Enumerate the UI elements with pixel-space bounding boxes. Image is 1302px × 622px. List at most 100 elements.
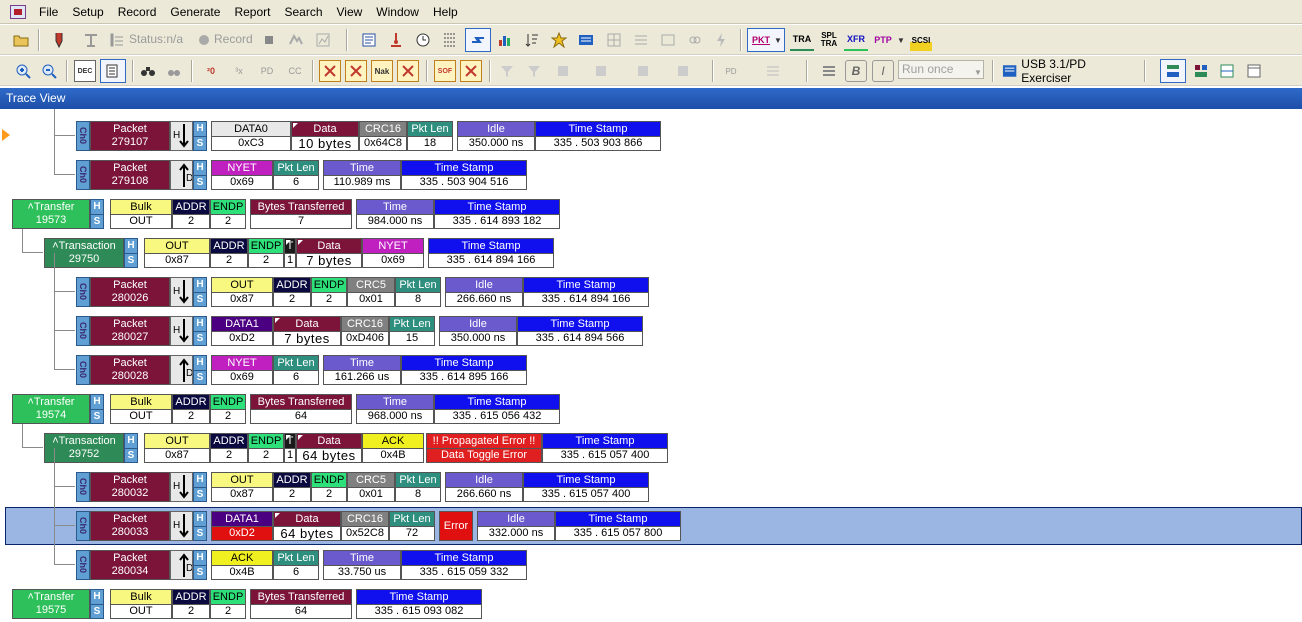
- bytes-transferred-value: 64: [251, 409, 351, 423]
- decimal-format-button[interactable]: DEC: [74, 60, 96, 82]
- packet-label[interactable]: Packet 280027: [90, 316, 170, 346]
- bulk-value: OUT: [111, 604, 171, 618]
- filter-out-icon: [523, 60, 545, 82]
- transfer-label[interactable]: ˄Transfer 19575: [12, 589, 90, 619]
- ptp-view-button[interactable]: PTP: [871, 29, 895, 51]
- chart-icon[interactable]: [494, 29, 516, 51]
- endp-field: ENDP 2: [210, 394, 246, 424]
- chevron-down-icon[interactable]: ▼: [772, 29, 784, 51]
- layout-single-icon[interactable]: [1243, 60, 1265, 82]
- ack-header: ACK: [212, 551, 272, 566]
- expand-icon: [630, 29, 652, 51]
- menu-file[interactable]: File: [32, 1, 65, 23]
- nyet-field: NYET 0x69: [362, 238, 424, 268]
- transfer-label[interactable]: ˄Transfer 19574: [12, 394, 90, 424]
- hierarchy-icon[interactable]: [102, 60, 124, 82]
- addr-value: 2: [173, 409, 209, 423]
- out-header: OUT: [212, 473, 272, 488]
- packet-label[interactable]: Packet 280028: [90, 355, 170, 385]
- hide-idle-icon[interactable]: [397, 60, 419, 82]
- data-header: Data: [297, 434, 361, 449]
- chevron-down-icon[interactable]: ▼: [972, 61, 984, 83]
- menu-setup[interactable]: Setup: [65, 1, 110, 23]
- bulk-header: Bulk: [111, 395, 171, 410]
- packet-label[interactable]: Packet 280033: [90, 511, 170, 541]
- separator: [489, 60, 491, 82]
- transfer-number: 19575: [35, 604, 67, 617]
- svg-text:D: D: [186, 173, 192, 184]
- view-icon[interactable]: [358, 29, 380, 51]
- pkt-len-value: 6: [274, 565, 318, 579]
- layout-grid-icon[interactable]: [1190, 60, 1212, 82]
- packet-label[interactable]: Packet 279107: [90, 121, 170, 151]
- transaction-type-label: ˄Transaction: [52, 240, 116, 252]
- binoculars-icon[interactable]: [137, 60, 159, 82]
- status-icon: [106, 29, 128, 51]
- crc5-header: CRC5: [348, 278, 394, 293]
- time-stamp-value: 335 . 615 057 400: [543, 448, 667, 462]
- time-field: Time 33.750 us: [323, 550, 401, 580]
- crc16-value: 0xD406: [342, 331, 388, 345]
- menu-bar: File Setup Record Generate Report Search…: [0, 0, 1302, 24]
- transfer-label[interactable]: ˄Transfer 19573: [12, 199, 90, 229]
- endp-header: ENDP: [312, 473, 346, 488]
- decode-icon[interactable]: [575, 29, 597, 51]
- packet-label[interactable]: Packet 280034: [90, 550, 170, 580]
- zoom-in-icon[interactable]: [12, 60, 34, 82]
- scsi-view-button[interactable]: SCSI: [910, 29, 932, 51]
- trace-view[interactable]: Ch0 Packet 279107 H H S DATA0 0xC3 Data 10 bytes C…: [0, 109, 1302, 622]
- tra-view-button[interactable]: TRA: [790, 29, 814, 51]
- hide-nak-icon[interactable]: Nak: [371, 60, 393, 82]
- layout-split-icon[interactable]: [1216, 60, 1238, 82]
- hex-format-icon[interactable]: ²0: [200, 60, 222, 82]
- data-field: Data 10 bytes: [291, 121, 359, 151]
- host-speed-indicator: HS: [193, 121, 207, 151]
- open-icon[interactable]: [10, 29, 32, 51]
- separator: [992, 60, 994, 82]
- menu-view[interactable]: View: [330, 1, 370, 23]
- crc5-field: CRC5 0x01: [347, 472, 395, 502]
- menu-window[interactable]: Window: [369, 1, 426, 23]
- bus-utilization-icon[interactable]: [439, 29, 461, 51]
- hide-chirp-icon[interactable]: [460, 60, 482, 82]
- menu-generate[interactable]: Generate: [163, 1, 227, 23]
- data0-field: DATA0 0xC3: [211, 121, 291, 151]
- svg-text:H: H: [173, 520, 180, 531]
- pkt-len-value: 8: [396, 487, 440, 501]
- data1-header: DATA1: [212, 317, 272, 332]
- timing-icon[interactable]: [412, 29, 434, 51]
- split-transaction-view-button[interactable]: SPL TRA: [817, 29, 841, 51]
- pkt-len-value: 72: [390, 526, 434, 540]
- xfr-view-button[interactable]: XFR: [844, 29, 868, 51]
- time-stamp-header: Time Stamp: [524, 278, 648, 293]
- menu-record[interactable]: Record: [111, 1, 164, 23]
- data-field: Data 7 bytes: [273, 316, 341, 346]
- marker-icon[interactable]: [385, 29, 407, 51]
- addr-field: ADDR 2: [273, 472, 311, 502]
- zoom-out-icon[interactable]: [38, 60, 60, 82]
- bookmark-icon[interactable]: [548, 29, 570, 51]
- packet-label[interactable]: Packet 280026: [90, 277, 170, 307]
- exerciser-button[interactable]: USB 3.1/PD Exerciser: [1002, 57, 1134, 85]
- layout-icon[interactable]: [1162, 60, 1184, 82]
- packet-label[interactable]: Packet 279108: [90, 160, 170, 190]
- data-value: 10 bytes: [292, 136, 358, 150]
- packet-view-icon[interactable]: [467, 29, 489, 51]
- time-stamp-value: 335 . 614 893 182: [435, 214, 559, 228]
- hide-sof-icon[interactable]: [319, 60, 341, 82]
- pkt-label[interactable]: PKT: [750, 29, 772, 51]
- menu-help[interactable]: Help: [426, 1, 465, 23]
- sort-icon[interactable]: [521, 29, 543, 51]
- hide-mxfr-icon[interactable]: [345, 60, 367, 82]
- host-speed-indicator: HS: [193, 355, 207, 385]
- menu-report[interactable]: Report: [227, 1, 277, 23]
- hide-pd-icon: PD: [725, 66, 737, 76]
- packet-type-label: Packet: [113, 318, 147, 330]
- packet-label[interactable]: Packet 280032: [90, 472, 170, 502]
- out-header: OUT: [212, 278, 272, 293]
- chevron-down-icon[interactable]: ▼: [895, 29, 907, 51]
- ack-field: ACK 0x4B: [362, 433, 424, 463]
- hide-sof-packets-icon[interactable]: SOF: [434, 60, 456, 82]
- probe-icon[interactable]: [48, 29, 70, 51]
- menu-search[interactable]: Search: [277, 1, 329, 23]
